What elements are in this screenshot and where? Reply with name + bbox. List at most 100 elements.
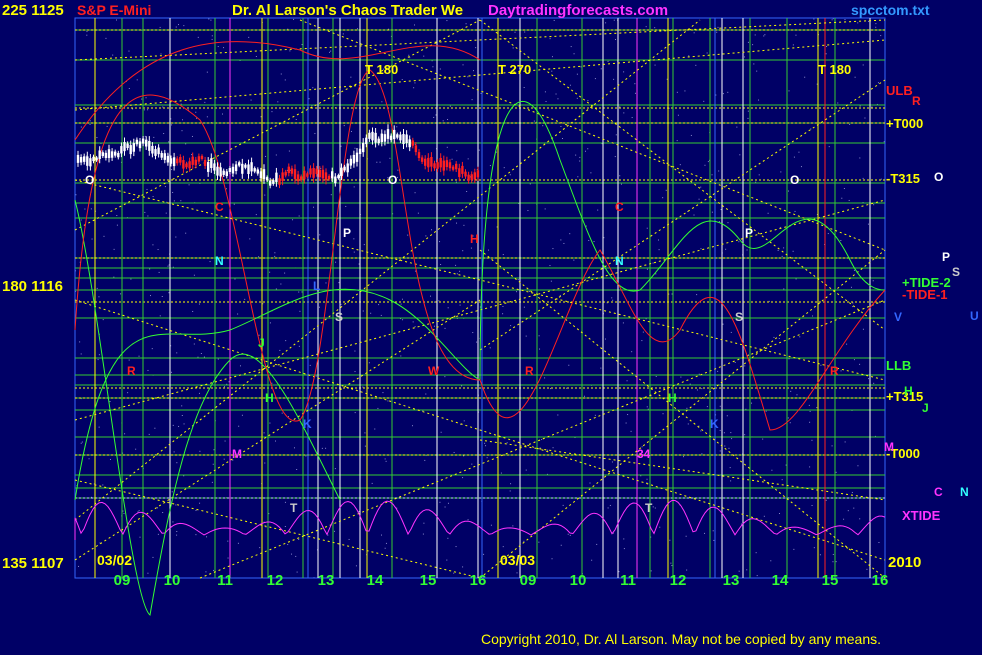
star-dot: [444, 376, 446, 378]
star-dot: [97, 359, 99, 361]
star-dot: [89, 120, 91, 122]
price-bar: [470, 174, 473, 180]
price-bar: [461, 165, 464, 174]
price-bar: [120, 146, 123, 154]
star-dot: [857, 22, 859, 24]
star-dot: [318, 306, 320, 308]
price-bar: [473, 172, 476, 180]
star-dot: [600, 68, 602, 70]
star-dot: [718, 221, 720, 223]
star-dot: [729, 467, 731, 469]
star-dot: [237, 542, 239, 544]
star-dot: [851, 491, 853, 493]
star-dot: [183, 423, 185, 425]
star-dot: [414, 24, 416, 26]
right-margin-letter: U: [970, 309, 979, 323]
star-dot: [463, 224, 465, 226]
star-dot: [840, 370, 842, 372]
price-bar: [197, 156, 201, 162]
star-dot: [727, 91, 729, 93]
price-bar: [126, 143, 129, 149]
star-dot: [627, 414, 629, 416]
star-dot: [417, 212, 419, 214]
star-dot: [264, 462, 266, 464]
star-dot: [78, 565, 80, 567]
price-bar: [331, 171, 334, 179]
star-dot: [413, 87, 415, 89]
star-dot: [200, 352, 202, 354]
star-dot: [476, 341, 478, 343]
star-dot: [607, 60, 609, 62]
price-bar: [98, 150, 101, 160]
star-dot: [112, 54, 114, 56]
star-dot: [484, 442, 486, 444]
star-dot: [191, 135, 193, 137]
star-dot: [696, 294, 698, 296]
price-bar: [368, 132, 371, 139]
star-dot: [512, 525, 514, 527]
star-dot: [123, 512, 125, 514]
star-dot: [594, 78, 596, 80]
star-dot: [223, 47, 225, 49]
star-dot: [211, 38, 213, 40]
star-dot: [795, 278, 797, 280]
star-dot: [135, 448, 137, 450]
star-dot: [130, 278, 132, 280]
star-dot: [778, 513, 780, 515]
star-dot: [716, 31, 718, 33]
star-dot: [793, 548, 795, 550]
star-dot: [868, 378, 870, 380]
star-dot: [549, 265, 551, 267]
star-dot: [512, 47, 514, 49]
right-margin-letter: N: [960, 485, 969, 499]
star-dot: [122, 510, 124, 512]
price-bar: [148, 141, 151, 151]
star-dot: [471, 99, 473, 101]
star-dot: [384, 458, 386, 460]
star-dot: [470, 247, 472, 249]
star-dot: [600, 367, 602, 369]
price-bar: [433, 163, 436, 169]
star-dot: [301, 44, 303, 46]
star-dot: [462, 250, 464, 252]
star-dot: [503, 167, 505, 169]
star-dot: [206, 71, 208, 73]
star-dot: [580, 66, 582, 68]
site-link[interactable]: Daytradingforecasts.com: [488, 2, 668, 19]
star-dot: [725, 248, 727, 250]
star-dot: [462, 477, 464, 479]
price-bar: [383, 134, 387, 142]
chart-annotation: L: [313, 279, 320, 293]
date-label: 03/03: [500, 552, 535, 568]
price-bar: [151, 145, 154, 154]
star-dot: [461, 385, 463, 387]
star-dot: [696, 389, 698, 391]
star-dot: [587, 99, 589, 101]
star-dot: [151, 348, 153, 350]
star-dot: [523, 540, 525, 542]
star-dot: [796, 394, 798, 396]
price-bar: [95, 157, 98, 161]
star-dot: [314, 133, 316, 135]
price-bar: [464, 171, 467, 177]
price-bar: [427, 157, 430, 168]
star-dot: [850, 286, 852, 288]
star-dot: [269, 271, 271, 273]
star-dot: [779, 226, 781, 228]
price-bar: [234, 164, 238, 172]
star-dot: [206, 116, 208, 118]
star-dot: [284, 501, 286, 503]
star-dot: [573, 259, 575, 261]
star-dot: [562, 504, 564, 506]
star-dot: [698, 198, 700, 200]
star-dot: [524, 31, 526, 33]
star-dot: [210, 19, 212, 21]
price-bar: [86, 156, 89, 166]
star-dot: [86, 31, 88, 33]
star-dot: [717, 26, 719, 28]
star-dot: [828, 146, 830, 148]
price-bar: [114, 151, 117, 156]
chart-annotation: 34: [637, 447, 651, 461]
star-dot: [195, 534, 197, 536]
right-margin-letter: C: [934, 485, 943, 499]
